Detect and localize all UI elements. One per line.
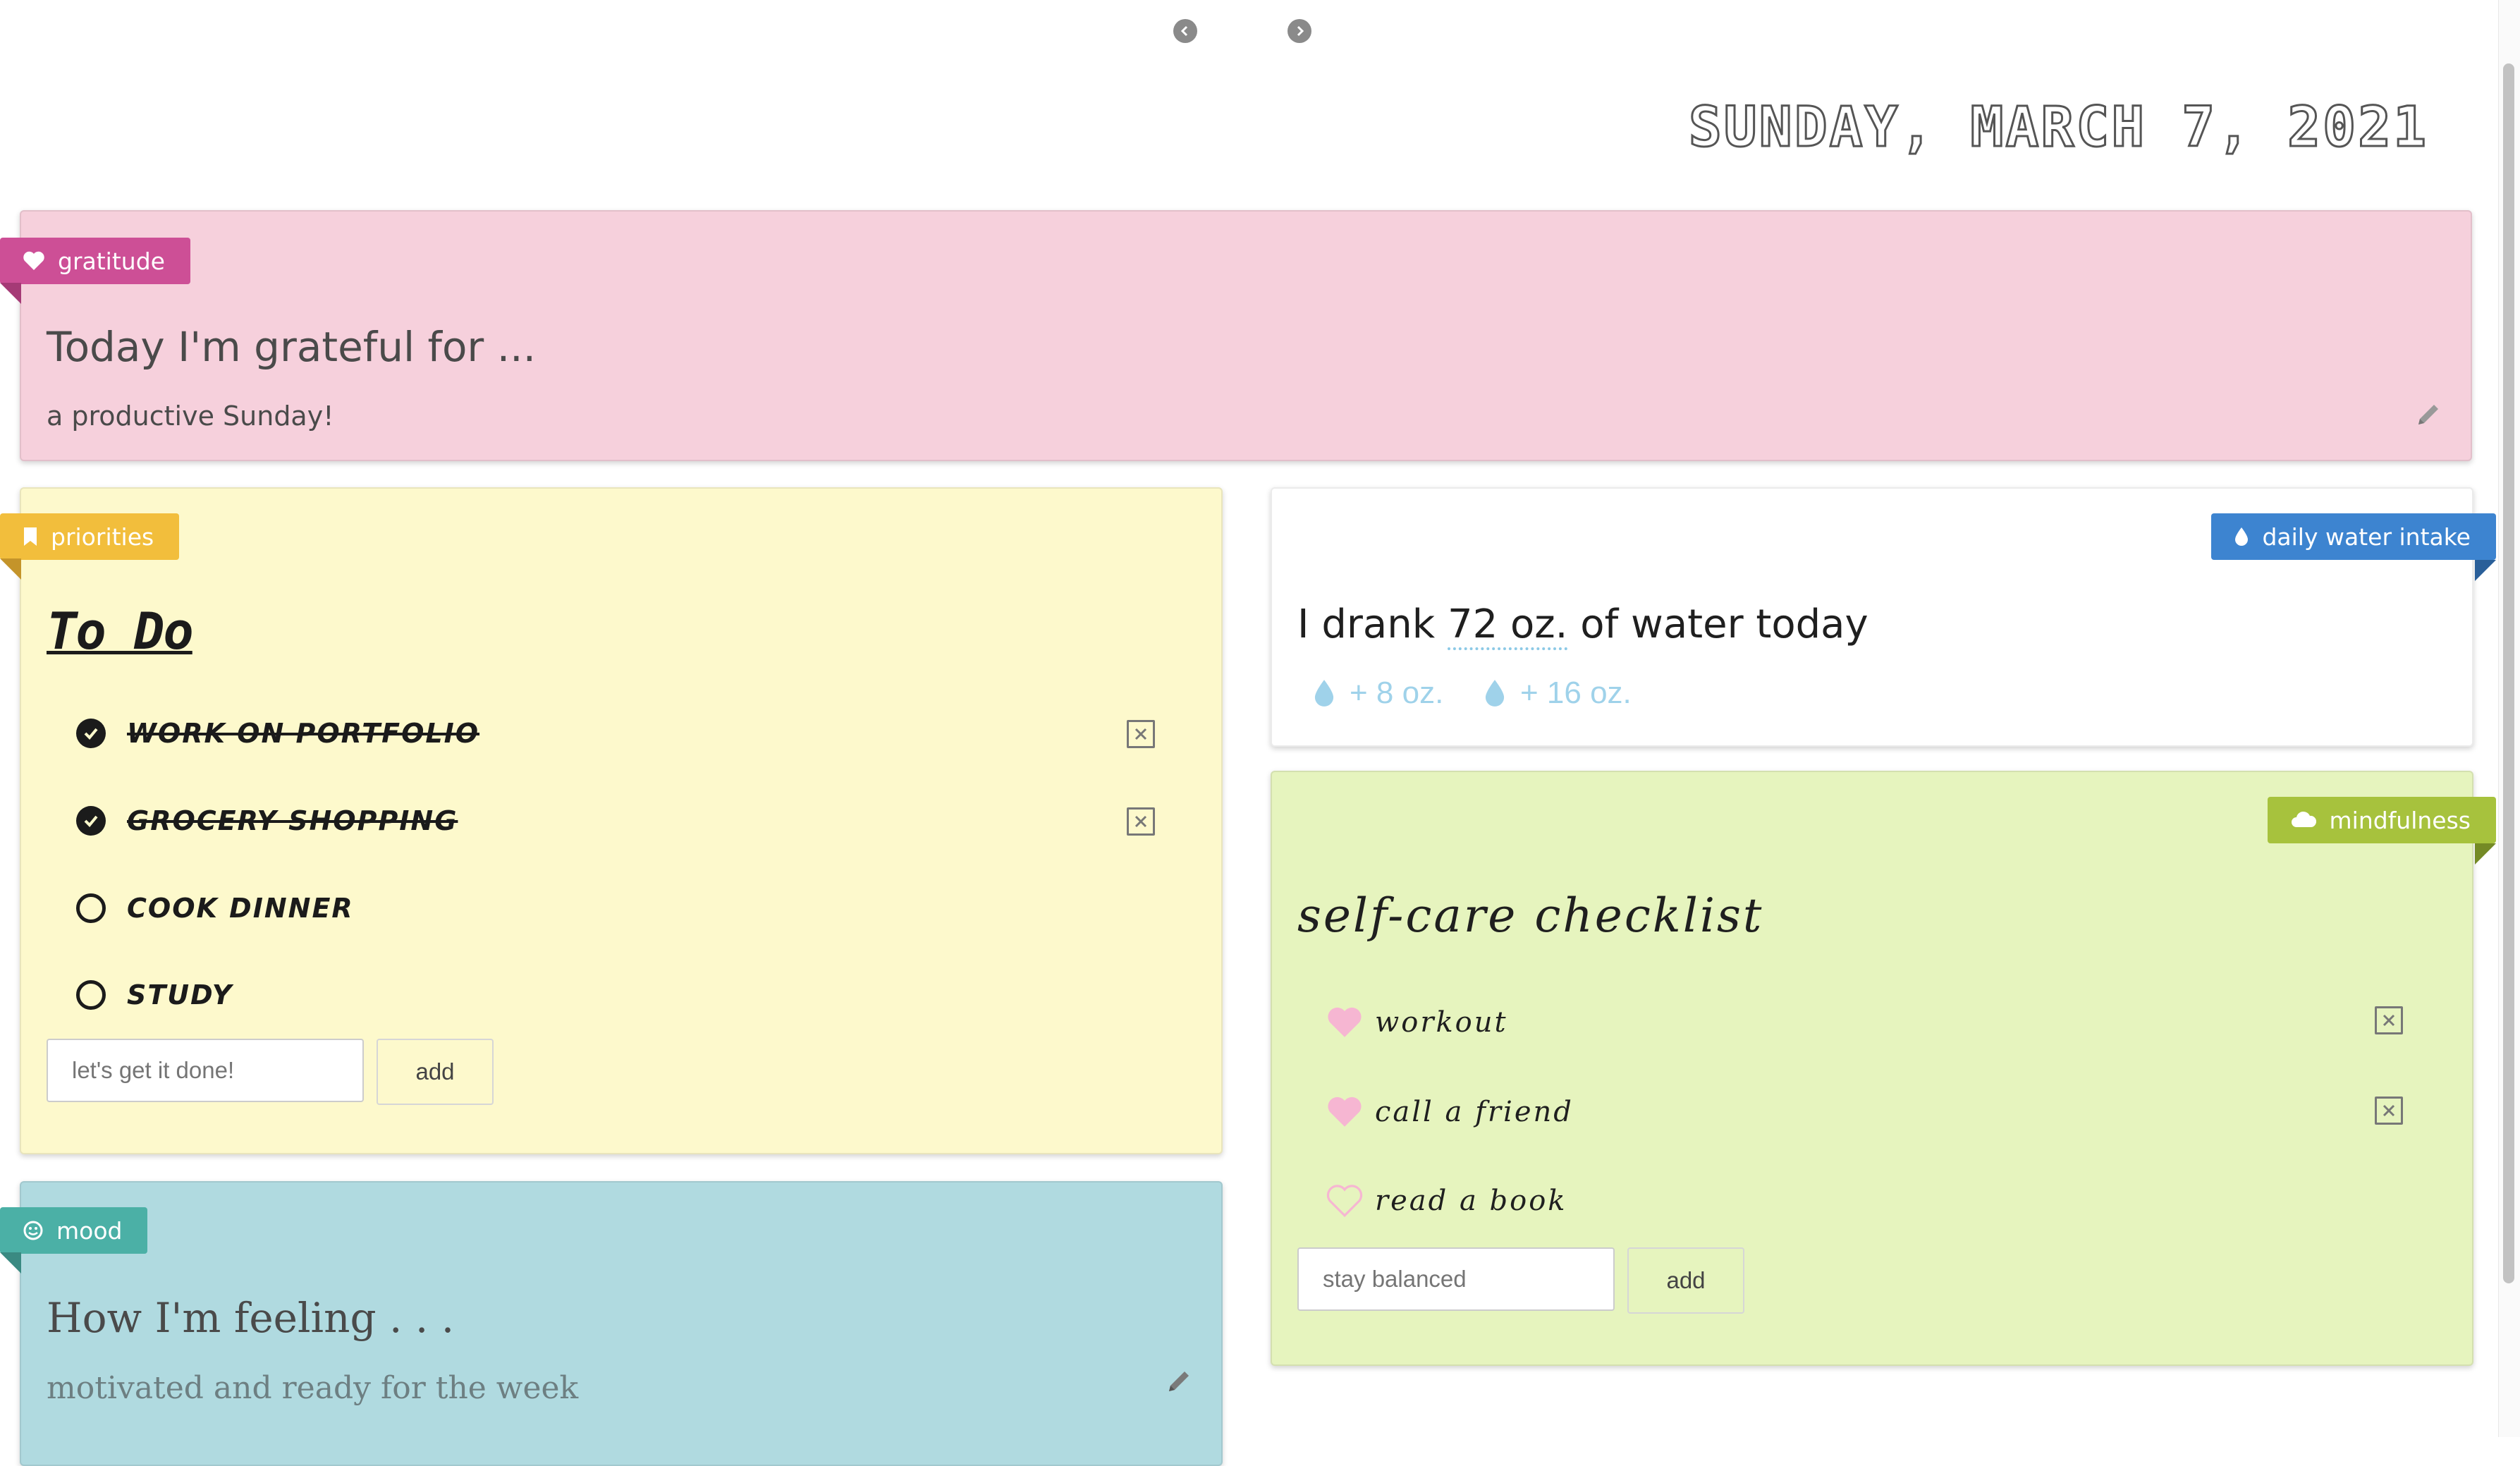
- selfcare-title: self-care checklist: [1297, 888, 1764, 943]
- chevron-left-icon: [1180, 25, 1188, 37]
- todo-item: GROCERY SHOPPING: [76, 800, 458, 842]
- gratitude-tag-label: gratitude: [58, 247, 165, 275]
- edit-pencil-icon[interactable]: [2414, 401, 2442, 429]
- todo-item: WORK ON PORTFOLIO: [76, 712, 479, 755]
- bookmark-icon: [23, 526, 38, 547]
- selfcare-item: call a friend: [1326, 1091, 1574, 1133]
- ribbon-fold: [2475, 560, 2496, 581]
- add-selfcare-button[interactable]: add: [1627, 1247, 1744, 1314]
- water-amount[interactable]: 72 oz.: [1447, 601, 1568, 650]
- heart-filled-icon[interactable]: [1326, 1006, 1364, 1039]
- selfcare-item: workout: [1326, 1001, 1508, 1044]
- todo-input[interactable]: [47, 1039, 364, 1102]
- prev-day-button[interactable]: [1173, 19, 1197, 43]
- gratitude-heading: Today I'm grateful for ...: [47, 323, 537, 371]
- droplet-icon: [1314, 680, 1334, 707]
- scrollbar-thumb[interactable]: [2503, 63, 2514, 1283]
- delete-item-icon[interactable]: [2375, 1097, 2403, 1125]
- water-suffix: of water today: [1580, 601, 1868, 647]
- scrollbar[interactable]: [2498, 0, 2520, 1437]
- droplet-icon: [1485, 680, 1505, 707]
- selfcare-input[interactable]: [1297, 1247, 1615, 1311]
- ribbon-fold: [0, 1252, 21, 1273]
- ribbon-fold: [2475, 843, 2496, 865]
- mindfulness-tag: mindfulness: [2267, 797, 2496, 843]
- heart-outline-icon[interactable]: [1326, 1184, 1364, 1218]
- mood-tag-label: mood: [56, 1216, 123, 1245]
- water-tag-label: daily water intake: [2262, 523, 2471, 551]
- todo-title: To Do: [47, 601, 194, 661]
- priorities-tag: priorities: [0, 513, 180, 560]
- chevron-right-icon: [1297, 25, 1304, 37]
- priorities-tag-label: priorities: [51, 523, 154, 551]
- add-8oz-button[interactable]: + 8 oz.: [1313, 676, 1443, 711]
- empty-circle-icon[interactable]: [76, 980, 106, 1010]
- add-8oz-label: + 8 oz.: [1350, 676, 1444, 710]
- cloud-icon: [2290, 810, 2317, 830]
- delete-item-icon[interactable]: [1127, 720, 1155, 748]
- mindfulness-card: mindfulness self-care checklist workout …: [1271, 771, 2496, 1366]
- add-todo-button[interactable]: add: [377, 1039, 494, 1105]
- empty-circle-icon[interactable]: [76, 893, 106, 923]
- todo-label: WORK ON PORTFOLIO: [127, 718, 480, 749]
- droplet-icon: [2234, 526, 2249, 547]
- mindfulness-tag-label: mindfulness: [2329, 806, 2471, 834]
- todo-item: STUDY: [76, 974, 233, 1016]
- delete-item-icon[interactable]: [2375, 1006, 2403, 1034]
- heart-filled-icon[interactable]: [1326, 1095, 1364, 1129]
- todo-label: STUDY: [127, 979, 233, 1010]
- page-title: SUNDAY, MARCH 7, 2021: [1687, 95, 2428, 161]
- priorities-card: priorities To Do WORK ON PORTFOLIO GROCE…: [0, 487, 1223, 1154]
- selfcare-label: call a friend: [1375, 1096, 1574, 1128]
- add-16oz-label: + 16 oz.: [1520, 676, 1632, 710]
- next-day-button[interactable]: [1287, 19, 1311, 43]
- add-16oz-button[interactable]: + 16 oz.: [1484, 676, 1632, 711]
- water-card: daily water intake I drank 72 oz. of wat…: [1271, 487, 2496, 747]
- mood-heading: How I'm feeling . . .: [47, 1294, 455, 1342]
- ribbon-fold: [0, 283, 21, 304]
- selfcare-item: read a book: [1326, 1180, 1567, 1222]
- gratitude-tag: gratitude: [0, 238, 190, 284]
- smiley-icon: [23, 1220, 44, 1241]
- water-prefix: I drank: [1297, 601, 1436, 647]
- checked-circle-icon[interactable]: [76, 806, 106, 836]
- selfcare-label: workout: [1375, 1006, 1508, 1039]
- gratitude-card: gratitude Today I'm grateful for ... a p…: [0, 210, 2472, 461]
- water-tag: daily water intake: [2211, 513, 2496, 560]
- todo-label: GROCERY SHOPPING: [127, 805, 458, 836]
- delete-item-icon[interactable]: [1127, 807, 1155, 836]
- edit-pencil-icon[interactable]: [1165, 1367, 1193, 1395]
- mood-text[interactable]: motivated and ready for the week: [47, 1370, 578, 1406]
- water-summary: I drank 72 oz. of water today: [1297, 601, 1868, 650]
- selfcare-label: read a book: [1375, 1185, 1567, 1217]
- gratitude-text[interactable]: a productive Sunday!: [47, 401, 334, 432]
- todo-item: COOK DINNER: [76, 887, 354, 929]
- heart-icon: [23, 250, 45, 271]
- mood-tag: mood: [0, 1207, 148, 1254]
- ribbon-fold: [0, 558, 21, 580]
- mood-card: mood How I'm feeling . . . motivated and…: [0, 1181, 1223, 1466]
- todo-label: COOK DINNER: [127, 893, 354, 924]
- checked-circle-icon[interactable]: [76, 719, 106, 748]
